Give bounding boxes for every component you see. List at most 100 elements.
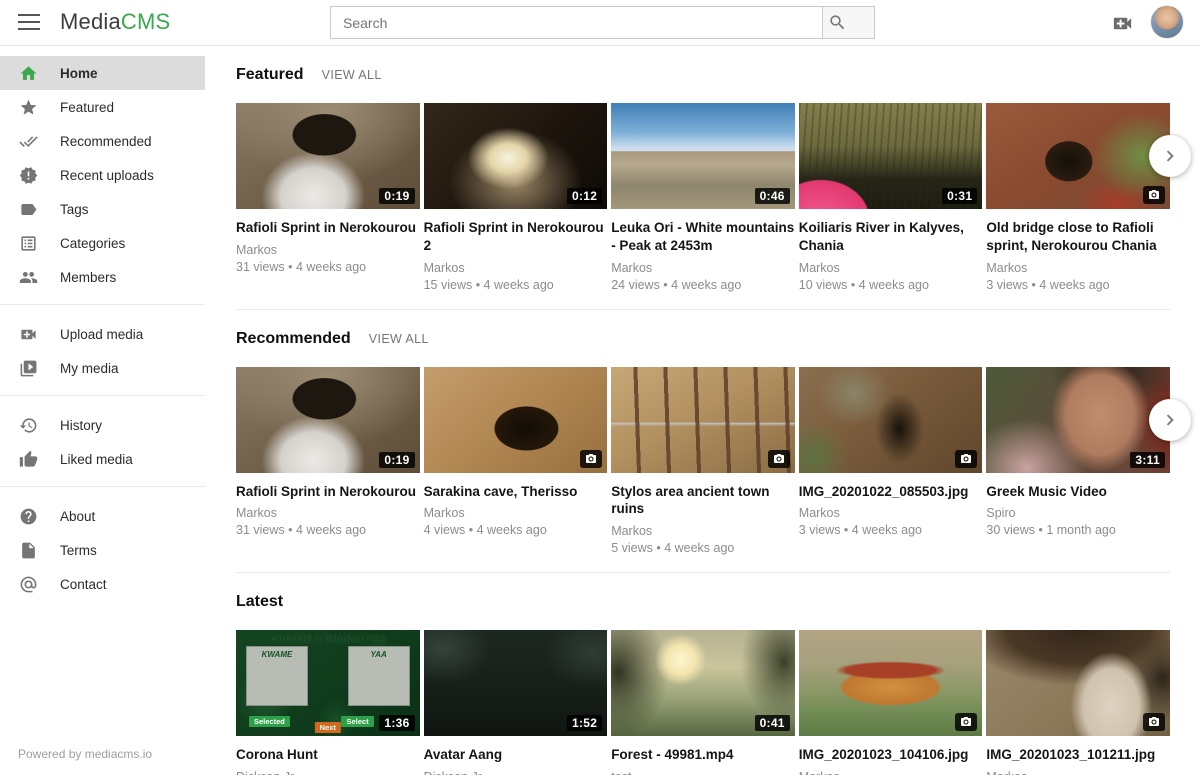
video-thumbnail[interactable]: 0:19 (236, 103, 420, 209)
menu-icon[interactable] (18, 14, 40, 30)
media-meta: 10 views • 4 weeks ago (799, 278, 983, 292)
media-card: 0:19 Rafioli Sprint in Nerokourou Markos… (236, 103, 420, 292)
media-author[interactable]: Markos (424, 506, 608, 520)
media-author[interactable]: Markos (799, 770, 983, 775)
sidebar-item-featured[interactable]: Featured (0, 90, 205, 124)
video-thumbnail[interactable]: 0:31 (799, 103, 983, 209)
media-meta: 31 views • 4 weeks ago (236, 523, 420, 537)
media-title[interactable]: IMG_20201023_104106.jpg (799, 746, 983, 764)
carousel-next-button[interactable] (1149, 399, 1191, 441)
list-icon (18, 233, 38, 253)
search-button[interactable] (822, 6, 875, 39)
section-title: Latest (236, 593, 283, 611)
media-title[interactable]: Rafioli Sprint in Nerokourou (236, 219, 420, 237)
media-card: Stylos area ancient town ruins Markos 5 … (611, 367, 795, 556)
media-title[interactable]: Avatar Aang (424, 746, 608, 764)
sidebar-item-liked-media[interactable]: Liked media (0, 442, 205, 476)
media-card: 0:19 Rafioli Sprint in Nerokourou Markos… (236, 367, 420, 556)
media-author[interactable]: Markos (986, 770, 1170, 775)
sidebar-item-label: Recent uploads (60, 168, 154, 183)
sidebar-item-home[interactable]: Home (0, 56, 205, 90)
duration-badge: 0:12 (567, 188, 602, 204)
user-avatar[interactable] (1150, 5, 1184, 39)
video-thumbnail[interactable]: 0:19 (236, 367, 420, 473)
image-thumbnail[interactable] (986, 103, 1170, 209)
sidebar-item-label: Recommended (60, 134, 152, 149)
media-card: IMG_20201022_085503.jpg Markos 3 views •… (799, 367, 983, 556)
view-all-link[interactable]: VIEW ALL (322, 68, 382, 82)
media-title[interactable]: Forest - 49981.mp4 (611, 746, 795, 764)
media-author[interactable]: Markos (611, 524, 795, 538)
media-author[interactable]: Markos (236, 243, 420, 257)
media-title[interactable]: Rafioli Sprint in Nerokourou (236, 483, 420, 501)
media-title[interactable]: Old bridge close to Rafioli sprint, Nero… (986, 219, 1170, 255)
thumb-up-icon (18, 449, 38, 469)
media-card: 0:12 Rafioli Sprint in Nerokourou 2 Mark… (424, 103, 608, 292)
image-thumbnail[interactable] (986, 630, 1170, 736)
media-author[interactable]: test (611, 770, 795, 775)
media-title[interactable]: Leuka Ori - White mountains - Peak at 24… (611, 219, 795, 255)
thumbnail-character-panel: YAA (348, 646, 410, 706)
carousel-next-button[interactable] (1149, 135, 1191, 177)
section-featured: Featured VIEW ALL 0:19 Rafioli Sprint in… (236, 46, 1170, 310)
image-thumbnail[interactable] (424, 367, 608, 473)
view-all-link[interactable]: VIEW ALL (369, 332, 429, 346)
image-thumbnail[interactable] (611, 367, 795, 473)
media-card: 0:41 Forest - 49981.mp4 test 17 views • … (611, 630, 795, 775)
media-author[interactable]: Markos (986, 261, 1170, 275)
at-icon (18, 574, 38, 594)
sidebar-item-my-media[interactable]: My media (0, 351, 205, 385)
media-card: 1:52 Avatar Aang Dickson Jr. 12 views • … (424, 630, 608, 775)
image-thumbnail[interactable] (799, 630, 983, 736)
media-title[interactable]: Koiliaris River in Kalyves, Chania (799, 219, 983, 255)
video-thumbnail[interactable]: 0:41 (611, 630, 795, 736)
new-releases-icon (18, 165, 38, 185)
media-title[interactable]: Corona Hunt (236, 746, 420, 764)
media-author[interactable]: Markos (236, 506, 420, 520)
video-thumbnail[interactable]: CHOOSE A CHARACTER KWAME YAA Selected Ne… (236, 630, 420, 736)
media-title[interactable]: IMG_20201022_085503.jpg (799, 483, 983, 501)
camera-icon (955, 713, 977, 731)
sidebar-item-terms[interactable]: Terms (0, 533, 205, 567)
media-author[interactable]: Spiro (986, 506, 1170, 520)
duration-badge: 3:11 (1130, 452, 1165, 468)
sidebar-item-recommended[interactable]: Recommended (0, 124, 205, 158)
media-title[interactable]: Sarakina cave, Therisso (424, 483, 608, 501)
sidebar-item-categories[interactable]: Categories (0, 226, 205, 260)
sidebar-item-recent-uploads[interactable]: Recent uploads (0, 158, 205, 192)
media-author[interactable]: Markos (799, 261, 983, 275)
upload-video-icon[interactable] (1110, 12, 1134, 34)
media-author[interactable]: Markos (611, 261, 795, 275)
sidebar-item-members[interactable]: Members (0, 260, 205, 294)
logo[interactable]: MediaCMS (60, 9, 170, 35)
section-recommended: Recommended VIEW ALL 0:19 Rafioli Sprint… (236, 310, 1170, 574)
tag-icon (18, 199, 38, 219)
video-thumbnail[interactable]: 0:46 (611, 103, 795, 209)
duration-badge: 0:46 (755, 188, 790, 204)
media-meta: 30 views • 1 month ago (986, 523, 1170, 537)
sidebar-item-upload-media[interactable]: Upload media (0, 317, 205, 351)
media-author[interactable]: Dickson Jr. (424, 770, 608, 775)
media-author[interactable]: Markos (799, 506, 983, 520)
sidebar-item-tags[interactable]: Tags (0, 192, 205, 226)
sidebar-item-history[interactable]: History (0, 408, 205, 442)
media-title[interactable]: IMG_20201023_101211.jpg (986, 746, 1170, 764)
camera-icon (955, 450, 977, 468)
sidebar-item-label: Home (60, 66, 98, 81)
sidebar-item-about[interactable]: About (0, 499, 205, 533)
media-card: Sarakina cave, Therisso Markos 4 views •… (424, 367, 608, 556)
video-thumbnail[interactable]: 0:12 (424, 103, 608, 209)
image-thumbnail[interactable] (799, 367, 983, 473)
video-thumbnail[interactable]: 3:11 (986, 367, 1170, 473)
sidebar-item-contact[interactable]: Contact (0, 567, 205, 601)
sidebar-item-label: Tags (60, 202, 89, 217)
media-title[interactable]: Greek Music Video (986, 483, 1170, 501)
media-title[interactable]: Stylos area ancient town ruins (611, 483, 795, 519)
video-thumbnail[interactable]: 1:52 (424, 630, 608, 736)
search-input[interactable] (330, 6, 822, 39)
media-author[interactable]: Markos (424, 261, 608, 275)
media-author[interactable]: Dickson Jr. (236, 770, 420, 775)
media-title[interactable]: Rafioli Sprint in Nerokourou 2 (424, 219, 608, 255)
home-icon (18, 63, 38, 83)
media-card: 0:46 Leuka Ori - White mountains - Peak … (611, 103, 795, 292)
